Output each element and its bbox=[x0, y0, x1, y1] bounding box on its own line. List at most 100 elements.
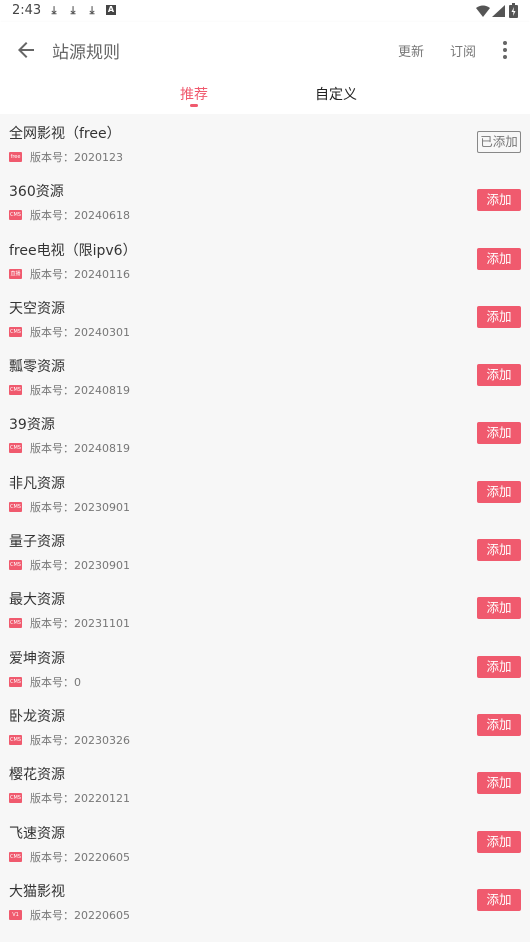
battery-icon bbox=[509, 3, 518, 18]
source-type-badge: CMS bbox=[9, 385, 22, 396]
source-type-badge: free bbox=[9, 152, 22, 162]
download-icon: ⤓ bbox=[51, 4, 57, 17]
add-button[interactable]: 添加 bbox=[477, 247, 521, 270]
version-value: 20230901 bbox=[74, 559, 130, 573]
arrow-left-icon[interactable] bbox=[14, 38, 38, 62]
source-row[interactable]: 大猫影视 V1 版本号：20220605 添加 bbox=[0, 872, 530, 930]
subscribe-button[interactable]: 订阅 bbox=[450, 41, 476, 60]
source-type-badge: 直播 bbox=[9, 268, 22, 279]
version-prefix: 版本号： bbox=[30, 675, 74, 689]
version-value: 20240301 bbox=[74, 325, 130, 339]
app-toolbar: 站源规则 更新 订阅 bbox=[0, 22, 530, 78]
version-value: 20240618 bbox=[74, 209, 130, 223]
add-button[interactable]: 添加 bbox=[477, 713, 521, 736]
status-bar: 2:43 ⤓ ⤓ ⤓ A bbox=[0, 0, 530, 22]
source-row[interactable]: 天空资源 CMS 版本号：20240301 添加 bbox=[0, 289, 530, 347]
source-name: 爱坤资源 bbox=[9, 650, 65, 667]
version-prefix: 版本号： bbox=[30, 209, 74, 223]
tab-indicator bbox=[190, 104, 198, 107]
source-version: 版本号：20231101 bbox=[30, 615, 130, 631]
source-name: 瓢零资源 bbox=[9, 359, 65, 376]
source-row[interactable]: 卧龙资源 CMS 版本号：20230326 添加 bbox=[0, 697, 530, 755]
version-value: 20240819 bbox=[74, 384, 130, 398]
added-button[interactable]: 已添加 bbox=[477, 131, 521, 153]
add-button[interactable]: 添加 bbox=[477, 830, 521, 853]
add-button[interactable]: 添加 bbox=[477, 364, 521, 387]
source-version: 版本号：20220121 bbox=[30, 790, 130, 806]
version-prefix: 版本号： bbox=[30, 850, 74, 864]
source-type-badge: V1 bbox=[9, 909, 22, 920]
version-prefix: 版本号： bbox=[30, 733, 74, 747]
add-button[interactable]: 添加 bbox=[477, 422, 521, 445]
more-vertical-icon[interactable] bbox=[497, 38, 513, 62]
download-icon: ⤓ bbox=[70, 4, 76, 17]
source-row[interactable]: 爱坤资源 CMS 版本号：0 添加 bbox=[0, 639, 530, 697]
source-row[interactable]: 飞速资源 CMS 版本号：20220605 添加 bbox=[0, 814, 530, 872]
version-value: 0 bbox=[74, 675, 81, 689]
add-button[interactable]: 添加 bbox=[477, 539, 521, 562]
source-name: free电视（限ipv6） bbox=[9, 242, 137, 259]
source-row[interactable]: 樱花资源 CMS 版本号：20220121 添加 bbox=[0, 755, 530, 813]
source-version: 版本号：20240301 bbox=[30, 324, 130, 340]
source-type-badge: CMS bbox=[9, 851, 22, 862]
source-version: 版本号：20230901 bbox=[30, 499, 130, 515]
version-value: 20240116 bbox=[74, 267, 130, 281]
add-button[interactable]: 添加 bbox=[477, 305, 521, 328]
source-type-badge: CMS bbox=[9, 676, 22, 687]
source-name: 非凡资源 bbox=[9, 475, 65, 492]
a-notification-icon: A bbox=[106, 5, 116, 15]
source-version: 版本号：20230901 bbox=[30, 557, 130, 573]
wifi-icon bbox=[476, 5, 490, 17]
version-prefix: 版本号： bbox=[30, 151, 74, 164]
version-prefix: 版本号： bbox=[30, 617, 74, 631]
source-row[interactable]: 量子资源 CMS 版本号：20230901 添加 bbox=[0, 522, 530, 580]
add-button[interactable]: 添加 bbox=[477, 189, 521, 212]
page-title: 站源规则 bbox=[52, 43, 120, 63]
version-value: 20220605 bbox=[74, 850, 130, 864]
version-prefix: 版本号： bbox=[30, 267, 74, 281]
source-row[interactable]: 瓢零资源 CMS 版本号：20240819 添加 bbox=[0, 347, 530, 405]
source-version: 版本号：20220605 bbox=[30, 907, 130, 923]
version-prefix: 版本号： bbox=[30, 500, 74, 514]
version-prefix: 版本号： bbox=[30, 559, 74, 573]
source-row[interactable]: 全网影视（free） free 版本号：2020123 已添加 bbox=[0, 114, 530, 172]
source-name: 天空资源 bbox=[9, 300, 65, 317]
source-version: 版本号：20240116 bbox=[30, 266, 130, 282]
source-name: 大猫影视 bbox=[9, 883, 65, 900]
source-version: 版本号：20230326 bbox=[30, 732, 130, 748]
source-row[interactable]: 非凡资源 CMS 版本号：20230901 添加 bbox=[0, 464, 530, 522]
source-name: 最大资源 bbox=[9, 592, 65, 609]
source-type-badge: CMS bbox=[9, 793, 22, 804]
add-button[interactable]: 添加 bbox=[477, 888, 521, 911]
source-version: 版本号：20220605 bbox=[30, 849, 130, 865]
source-row[interactable]: 最大资源 CMS 版本号：20231101 添加 bbox=[0, 580, 530, 638]
source-row[interactable]: 39资源 CMS 版本号：20240819 添加 bbox=[0, 405, 530, 463]
tab-recommended[interactable]: 推荐 bbox=[180, 84, 208, 104]
source-version: 版本号：2020123 bbox=[30, 149, 123, 165]
add-button[interactable]: 添加 bbox=[477, 597, 521, 620]
source-type-badge: CMS bbox=[9, 734, 22, 745]
source-type-badge: CMS bbox=[9, 443, 22, 454]
source-version: 版本号：20240819 bbox=[30, 440, 130, 456]
update-button[interactable]: 更新 bbox=[398, 41, 424, 60]
signal-icon bbox=[492, 5, 505, 17]
source-version: 版本号：20240618 bbox=[30, 207, 130, 223]
source-row[interactable]: free电视（限ipv6） 直播 版本号：20240116 添加 bbox=[0, 231, 530, 289]
version-prefix: 版本号： bbox=[30, 792, 74, 806]
tab-custom[interactable]: 自定义 bbox=[315, 84, 357, 104]
source-type-badge: CMS bbox=[9, 210, 22, 221]
source-name: 量子资源 bbox=[9, 534, 65, 551]
version-value: 2020123 bbox=[74, 151, 123, 164]
add-button[interactable]: 添加 bbox=[477, 480, 521, 503]
source-name: 飞速资源 bbox=[9, 825, 65, 842]
tab-bar: 推荐 自定义 bbox=[0, 78, 530, 114]
source-type-badge: CMS bbox=[9, 501, 22, 512]
source-version: 版本号：20240819 bbox=[30, 382, 130, 398]
version-prefix: 版本号： bbox=[30, 325, 74, 339]
add-button[interactable]: 添加 bbox=[477, 772, 521, 795]
source-name: 樱花资源 bbox=[9, 767, 65, 784]
source-row[interactable]: 360资源 CMS 版本号：20240618 添加 bbox=[0, 172, 530, 230]
add-button[interactable]: 添加 bbox=[477, 655, 521, 678]
source-name: 360资源 bbox=[9, 184, 64, 201]
version-value: 20230326 bbox=[74, 733, 130, 747]
